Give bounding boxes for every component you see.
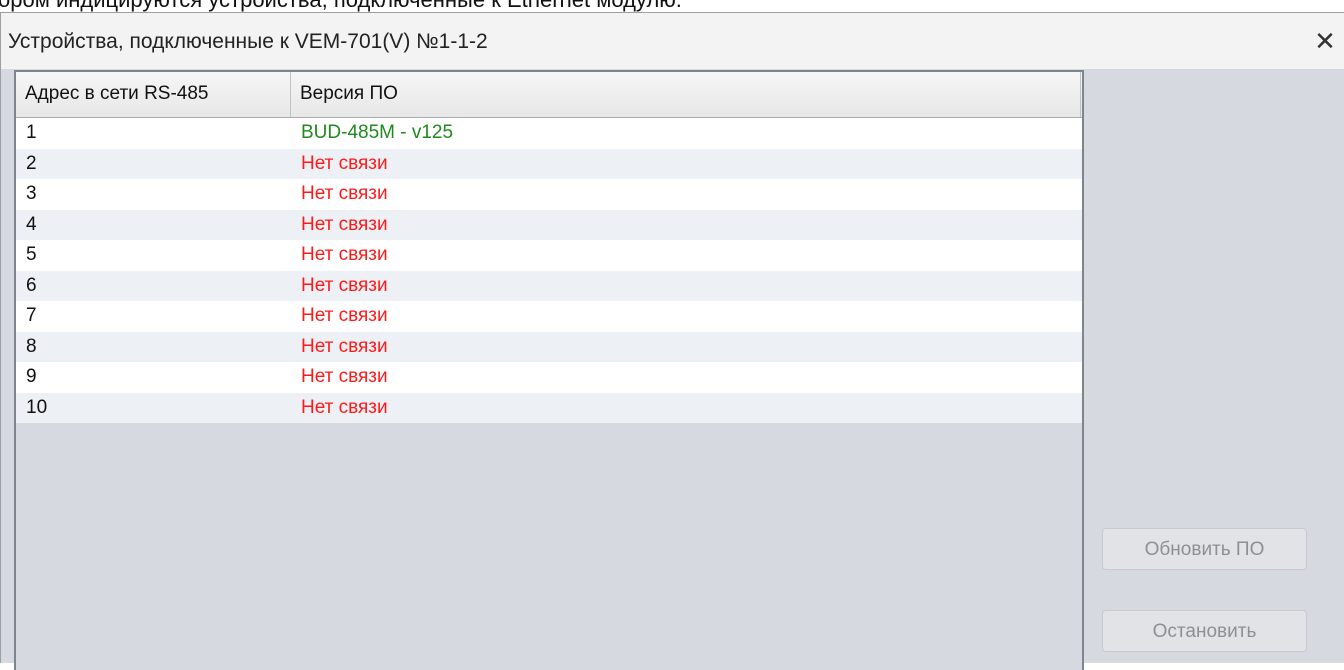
dialog-title: Устройства, подключенные к VEM-701(V) №1… — [8, 30, 488, 53]
column-header-address[interactable]: Адрес в сети RS-485 — [16, 72, 291, 117]
address-cell: 10 — [26, 396, 48, 418]
version-cell: Нет связи — [301, 213, 388, 235]
version-cell: Нет связи — [301, 244, 388, 266]
table-row[interactable]: 3 Нет связи — [16, 179, 1082, 210]
version-cell: Нет связи — [301, 396, 388, 418]
table-row[interactable]: 9 Нет связи — [16, 362, 1082, 393]
address-cell: 6 — [26, 274, 37, 296]
update-firmware-button[interactable]: Обновить ПО — [1102, 528, 1307, 570]
version-cell: Нет связи — [301, 366, 388, 388]
table-body: 1 BUD-485M - v125 2 Нет связи 3 Нет связи 4 Нет… — [16, 118, 1082, 423]
table-row[interactable]: 1 BUD-485M - v125 — [16, 118, 1082, 149]
version-cell: BUD-485M - v125 — [301, 122, 454, 144]
address-cell: 3 — [26, 183, 37, 205]
version-cell: Нет связи — [301, 152, 388, 174]
address-cell: 5 — [26, 244, 37, 266]
address-cell: 2 — [26, 152, 37, 174]
version-cell: Нет связи — [301, 183, 388, 205]
table-row[interactable]: 4 Нет связи — [16, 209, 1082, 240]
address-cell: 1 — [26, 122, 37, 144]
devices-table: Адрес в сети RS-485 Версия ПО 1 BUD-485M … — [14, 70, 1084, 670]
table-row[interactable]: 5 Нет связи — [16, 240, 1082, 271]
dialog-titlebar: Устройства, подключенные к VEM-701(V) №1… — [1, 13, 1344, 69]
table-row[interactable]: 6 Нет связи — [16, 270, 1082, 301]
version-cell: Нет связи — [301, 274, 388, 296]
address-cell: 9 — [26, 366, 37, 388]
table-row[interactable]: 7 Нет связи — [16, 301, 1082, 332]
stop-button[interactable]: Остановить — [1102, 610, 1307, 652]
close-icon[interactable]: ✕ — [1306, 23, 1344, 59]
table-header: Адрес в сети RS-485 Версия ПО — [16, 72, 1082, 118]
table-row[interactable]: 8 Нет связи — [16, 331, 1082, 362]
address-cell: 4 — [26, 213, 37, 235]
address-cell: 8 — [26, 335, 37, 357]
table-row[interactable]: 10 Нет связи — [16, 392, 1082, 423]
table-row[interactable]: 2 Нет связи — [16, 148, 1082, 179]
devices-dialog: Устройства, подключенные к VEM-701(V) №1… — [0, 12, 1344, 670]
column-header-version[interactable]: Версия ПО — [291, 72, 1081, 117]
version-cell: Нет связи — [301, 335, 388, 357]
version-cell: Нет связи — [301, 305, 388, 327]
address-cell: 7 — [26, 305, 37, 327]
